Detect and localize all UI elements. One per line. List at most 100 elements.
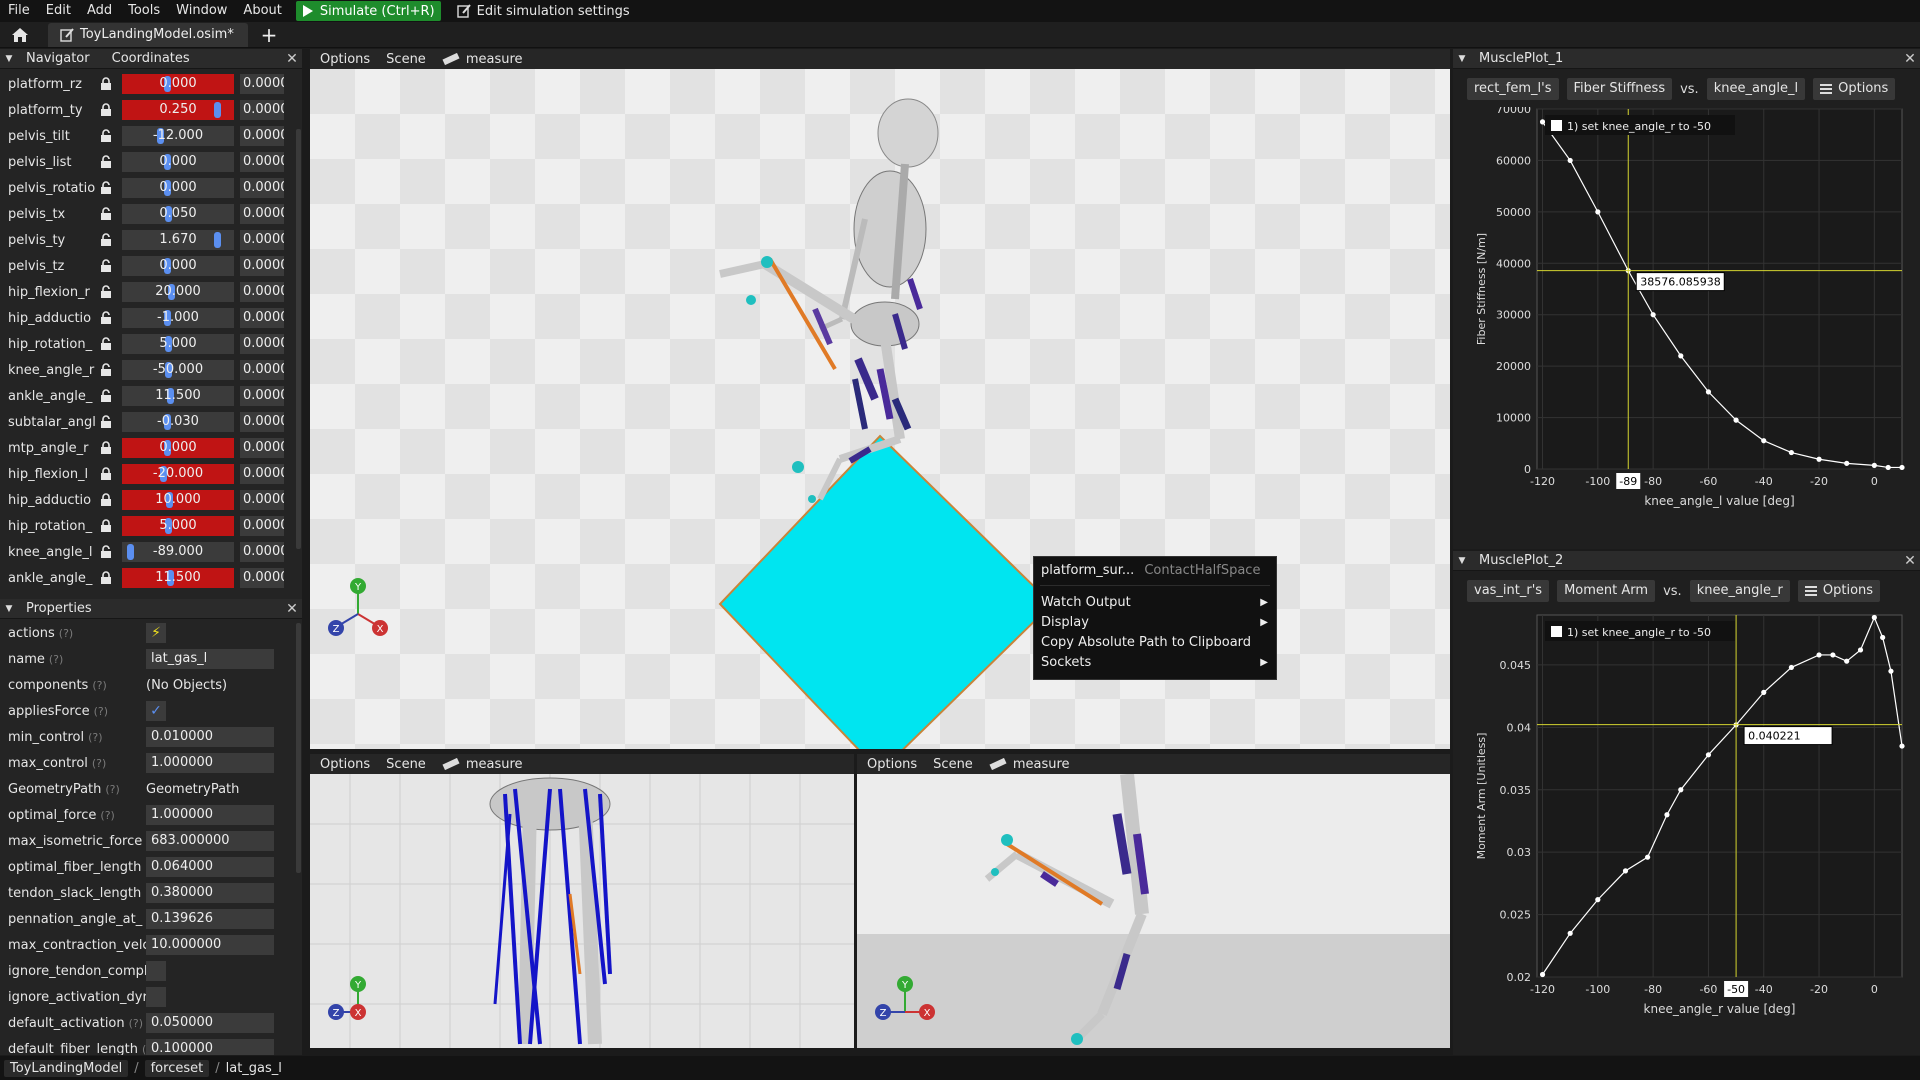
property-value-field[interactable]: 0.380000 (146, 883, 274, 903)
coordinate-value-slider[interactable]: 0.000 (122, 438, 234, 458)
scene-canvas[interactable]: Y Z X (310, 774, 854, 1048)
coordinate-speed-field[interactable]: 0.0000 (240, 204, 284, 224)
lock-icon[interactable] (96, 228, 116, 252)
property-checkbox[interactable] (146, 987, 166, 1007)
muscle-plot-1-chart[interactable]: -120 -100 -80 -60 -40 -20 0 0 10000 20000 30000 400… (1453, 107, 1920, 547)
menu-file[interactable]: File (0, 0, 38, 22)
coordinate-selector[interactable]: knee_angle_r (1689, 580, 1790, 602)
viewport-scene-button[interactable]: Scene (386, 52, 426, 67)
property-value-field[interactable]: 683.000000 (146, 831, 274, 851)
coordinate-speed-field[interactable]: 0.0000 (240, 256, 284, 276)
coordinate-value-slider[interactable]: -1.000 (122, 308, 234, 328)
coordinate-speed-field[interactable]: 0.0000 (240, 100, 284, 120)
property-value-field[interactable]: 10.000000 (146, 935, 274, 955)
property-value-field[interactable]: lat_gas_l (146, 649, 274, 669)
coordinate-value-slider[interactable]: -0.030 (122, 412, 234, 432)
help-icon[interactable]: (?) (88, 731, 102, 744)
help-icon[interactable]: (?) (49, 653, 63, 666)
lock-icon[interactable] (96, 488, 116, 512)
measure-button[interactable]: measure (989, 757, 1070, 772)
lock-icon[interactable] (96, 332, 116, 356)
coordinate-value-slider[interactable]: 20.000 (122, 282, 234, 302)
property-value-field[interactable]: 0.064000 (146, 857, 274, 877)
lock-icon[interactable] (96, 306, 116, 330)
lock-icon[interactable] (96, 254, 116, 278)
help-icon[interactable]: (?) (105, 783, 119, 796)
scrollbar[interactable] (296, 623, 301, 873)
tab-navigator[interactable]: Navigator (18, 51, 98, 66)
help-icon[interactable]: (?) (94, 705, 108, 718)
lock-icon[interactable] (96, 150, 116, 174)
lock-icon[interactable] (96, 124, 116, 148)
viewport-scene-button[interactable]: Scene (386, 757, 426, 772)
menu-window[interactable]: Window (168, 0, 235, 22)
breadcrumb-item-model[interactable]: ToyLandingModel (4, 1059, 129, 1077)
coordinate-value-slider[interactable]: 0.250 (122, 100, 234, 120)
help-icon[interactable]: (?) (100, 809, 114, 822)
viewport-options-button[interactable]: Options (320, 52, 370, 67)
output-selector[interactable]: Moment Arm (1557, 580, 1656, 602)
coordinate-value-slider[interactable]: 10.000 (122, 490, 234, 510)
muscle-plot-2-chart[interactable]: -120 -100 -80 -60 -40 -20 0 0.02 0.025 0.03 0.035 0… (1453, 609, 1920, 1053)
add-tab-button[interactable]: + (256, 22, 282, 48)
menu-item-watch-output[interactable]: Watch Output ▶ (1034, 592, 1276, 612)
coordinate-speed-field[interactable]: 0.0000 (240, 334, 284, 354)
close-icon[interactable]: ✕ (1900, 553, 1920, 569)
collapse-icon[interactable]: ▼ (1453, 556, 1471, 566)
property-value-field[interactable]: 0.100000 (146, 1039, 274, 1055)
coordinate-speed-field[interactable]: 0.0000 (240, 74, 284, 94)
measure-button[interactable]: measure (442, 757, 523, 772)
viewport-options-button[interactable]: Options (320, 757, 370, 772)
close-icon[interactable]: ✕ (282, 601, 302, 617)
lock-icon[interactable] (96, 384, 116, 408)
close-icon[interactable]: ✕ (282, 51, 302, 67)
coordinate-speed-field[interactable]: 0.0000 (240, 542, 284, 562)
property-value-field[interactable]: 0.010000 (146, 727, 274, 747)
lock-icon[interactable] (96, 176, 116, 200)
coordinate-speed-field[interactable]: 0.0000 (240, 438, 284, 458)
help-icon[interactable]: (?) (129, 1017, 143, 1030)
muscle-selector[interactable]: vas_int_r's (1467, 580, 1550, 602)
tab-toylandingmodel[interactable]: ToyLandingModel.osim* (48, 22, 248, 47)
coordinate-value-slider[interactable]: 0.050 (122, 204, 234, 224)
simulate-button[interactable]: Simulate (Ctrl+R) (295, 1, 441, 21)
help-icon[interactable]: (?) (92, 679, 106, 692)
lock-icon[interactable] (96, 436, 116, 460)
lock-icon[interactable] (96, 358, 116, 382)
coordinate-value-slider[interactable]: 11.500 (122, 386, 234, 406)
lock-icon[interactable] (96, 566, 116, 590)
help-icon[interactable]: (?) (59, 627, 73, 640)
coordinate-speed-field[interactable]: 0.0000 (240, 386, 284, 406)
plot-options-button[interactable]: Options (1813, 78, 1896, 100)
viewport-options-button[interactable]: Options (867, 757, 917, 772)
coordinate-speed-field[interactable]: 0.0000 (240, 360, 284, 380)
coordinate-value-slider[interactable]: -20.000 (122, 464, 234, 484)
menu-add[interactable]: Add (79, 0, 120, 22)
menu-item-display[interactable]: Display ▶ (1034, 612, 1276, 632)
lock-icon[interactable] (96, 72, 116, 96)
help-icon[interactable]: (?) (92, 757, 106, 770)
coordinate-speed-field[interactable]: 0.0000 (240, 568, 284, 588)
coordinate-value-slider[interactable]: 0.000 (122, 74, 234, 94)
property-value-field[interactable]: 0.050000 (146, 1013, 274, 1033)
menu-item-sockets[interactable]: Sockets ▶ (1034, 652, 1276, 672)
lightning-icon[interactable]: ⚡ (146, 623, 166, 643)
lock-icon[interactable] (96, 98, 116, 122)
property-value-field[interactable]: 1.000000 (146, 805, 274, 825)
breadcrumb-item-forceset[interactable]: forceset (144, 1059, 210, 1077)
coordinate-speed-field[interactable]: 0.0000 (240, 126, 284, 146)
scrollbar[interactable] (296, 129, 301, 549)
lock-icon[interactable] (96, 280, 116, 304)
edit-simulation-settings-button[interactable]: Edit simulation settings (451, 1, 636, 21)
coordinate-value-slider[interactable]: 1.670 (122, 230, 234, 250)
coordinate-selector[interactable]: knee_angle_l (1706, 78, 1806, 100)
scene-canvas[interactable]: Y X Z (310, 69, 1450, 749)
menu-about[interactable]: About (235, 0, 289, 22)
menu-tools[interactable]: Tools (120, 0, 168, 22)
coordinate-speed-field[interactable]: 0.0000 (240, 152, 284, 172)
collapse-icon[interactable]: ▼ (0, 604, 18, 614)
collapse-icon[interactable]: ▼ (0, 54, 18, 64)
property-checkbox[interactable]: ✓ (146, 701, 166, 721)
lock-icon[interactable] (96, 462, 116, 486)
property-value-field[interactable]: 1.000000 (146, 753, 274, 773)
